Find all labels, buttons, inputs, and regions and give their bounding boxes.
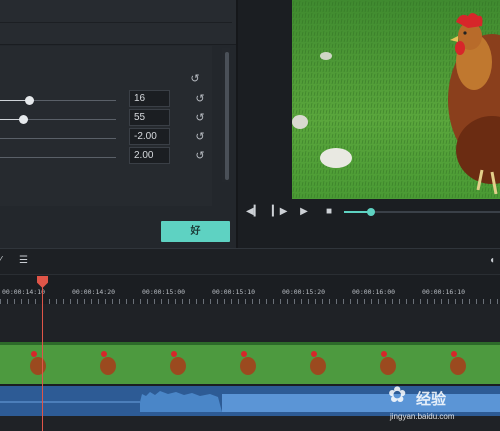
slider-track[interactable] — [0, 138, 116, 139]
reset-all-icon[interactable]: ↺ — [189, 73, 201, 85]
scrollbar-thumb[interactable] — [225, 52, 229, 180]
chicken-comb — [241, 351, 247, 357]
chicken-thumbnail — [240, 357, 256, 375]
playback-progress-handle[interactable] — [366, 208, 375, 216]
panel-body: ↺ 16 ↺ 55 ↺ -2.00 ↺ 2.00 ↺ — [0, 46, 212, 206]
watermark-url: jingyan.baidu.com — [390, 412, 455, 421]
tick-label: 00:00:16:10 — [422, 288, 466, 296]
playback-controls: ◀▎ ▎▶ ▶ ■ — [238, 200, 500, 224]
next-frame-icon[interactable]: ▎▶ — [272, 206, 287, 218]
tool-icon[interactable]: ⁄ — [0, 255, 2, 267]
chicken-thumbnail — [450, 357, 466, 375]
chicken-thumbnail — [170, 357, 186, 375]
play-icon[interactable]: ▶ — [298, 206, 310, 218]
slider-handle[interactable] — [25, 96, 34, 105]
preview-panel: ◀▎ ▎▶ ▶ ■ — [238, 0, 500, 248]
reset-icon[interactable]: ↺ — [194, 112, 206, 124]
value-field[interactable]: 16 — [129, 90, 170, 107]
editor-window: ↺ 16 ↺ 55 ↺ -2.00 ↺ 2.00 ↺ 好 ◀▎ ▎▶ ▶ ■ ⁄… — [0, 0, 500, 431]
timeline-ruler[interactable]: 00:00:14:10 00:00:14:20 00:00:15:00 00:0… — [0, 274, 500, 305]
adjust-icon[interactable]: ☰ — [19, 255, 28, 267]
stop-icon[interactable]: ■ — [323, 206, 335, 218]
chicken-comb — [101, 351, 107, 357]
setting-row-4: 2.00 ↺ — [0, 147, 212, 167]
adjust-settings-panel: ↺ 16 ↺ 55 ↺ -2.00 ↺ 2.00 ↺ 好 — [0, 0, 238, 248]
panel-header — [0, 0, 236, 45]
value-field[interactable]: 2.00 — [129, 147, 170, 164]
tick-label: 00:00:15:10 — [212, 288, 256, 296]
chicken-comb — [31, 351, 37, 357]
paw-icon: ✿ — [388, 382, 407, 407]
chicken-comb — [171, 351, 177, 357]
watermark-title: 经验 — [416, 391, 447, 408]
ok-button[interactable]: 好 — [161, 221, 230, 242]
setting-row-1: 16 ↺ — [0, 90, 212, 110]
tick-label: 00:00:16:00 — [352, 288, 396, 296]
reset-icon[interactable]: ↺ — [194, 150, 206, 162]
tick-label: 00:00:15:00 — [142, 288, 186, 296]
marker-icon[interactable]: ◖ — [489, 255, 495, 267]
chicken-thumbnail — [380, 357, 396, 375]
setting-row-3: -2.00 ↺ — [0, 128, 212, 148]
tick-label: 00:00:15:20 — [282, 288, 326, 296]
baidu-watermark: ✿ 经验 jingyan.baidu.com — [380, 380, 498, 428]
chicken-comb — [311, 351, 317, 357]
setting-row-2: 55 ↺ — [0, 109, 212, 129]
chicken-thumbnail — [30, 357, 46, 375]
previous-frame-icon[interactable]: ◀▎ — [246, 206, 261, 218]
reset-icon[interactable]: ↺ — [194, 93, 206, 105]
timeline-toolbar: ⁄ ☰ ◖ — [0, 248, 500, 274]
tick-label: 00:00:14:10 — [2, 288, 46, 296]
slider-track[interactable] — [0, 157, 116, 158]
chicken-thumbnail — [100, 357, 116, 375]
slider-handle[interactable] — [19, 115, 28, 124]
tick-label: 00:00:14:20 — [72, 288, 116, 296]
value-field[interactable]: -2.00 — [129, 128, 170, 145]
value-field[interactable]: 55 — [129, 109, 170, 126]
preview-image — [292, 0, 500, 199]
playhead-line — [42, 276, 43, 431]
chicken-comb — [451, 351, 457, 357]
video-clip[interactable] — [0, 342, 500, 384]
reset-icon[interactable]: ↺ — [194, 131, 206, 143]
empty-track[interactable] — [0, 304, 500, 342]
chicken-thumbnail — [310, 357, 326, 375]
chicken-comb — [381, 351, 387, 357]
